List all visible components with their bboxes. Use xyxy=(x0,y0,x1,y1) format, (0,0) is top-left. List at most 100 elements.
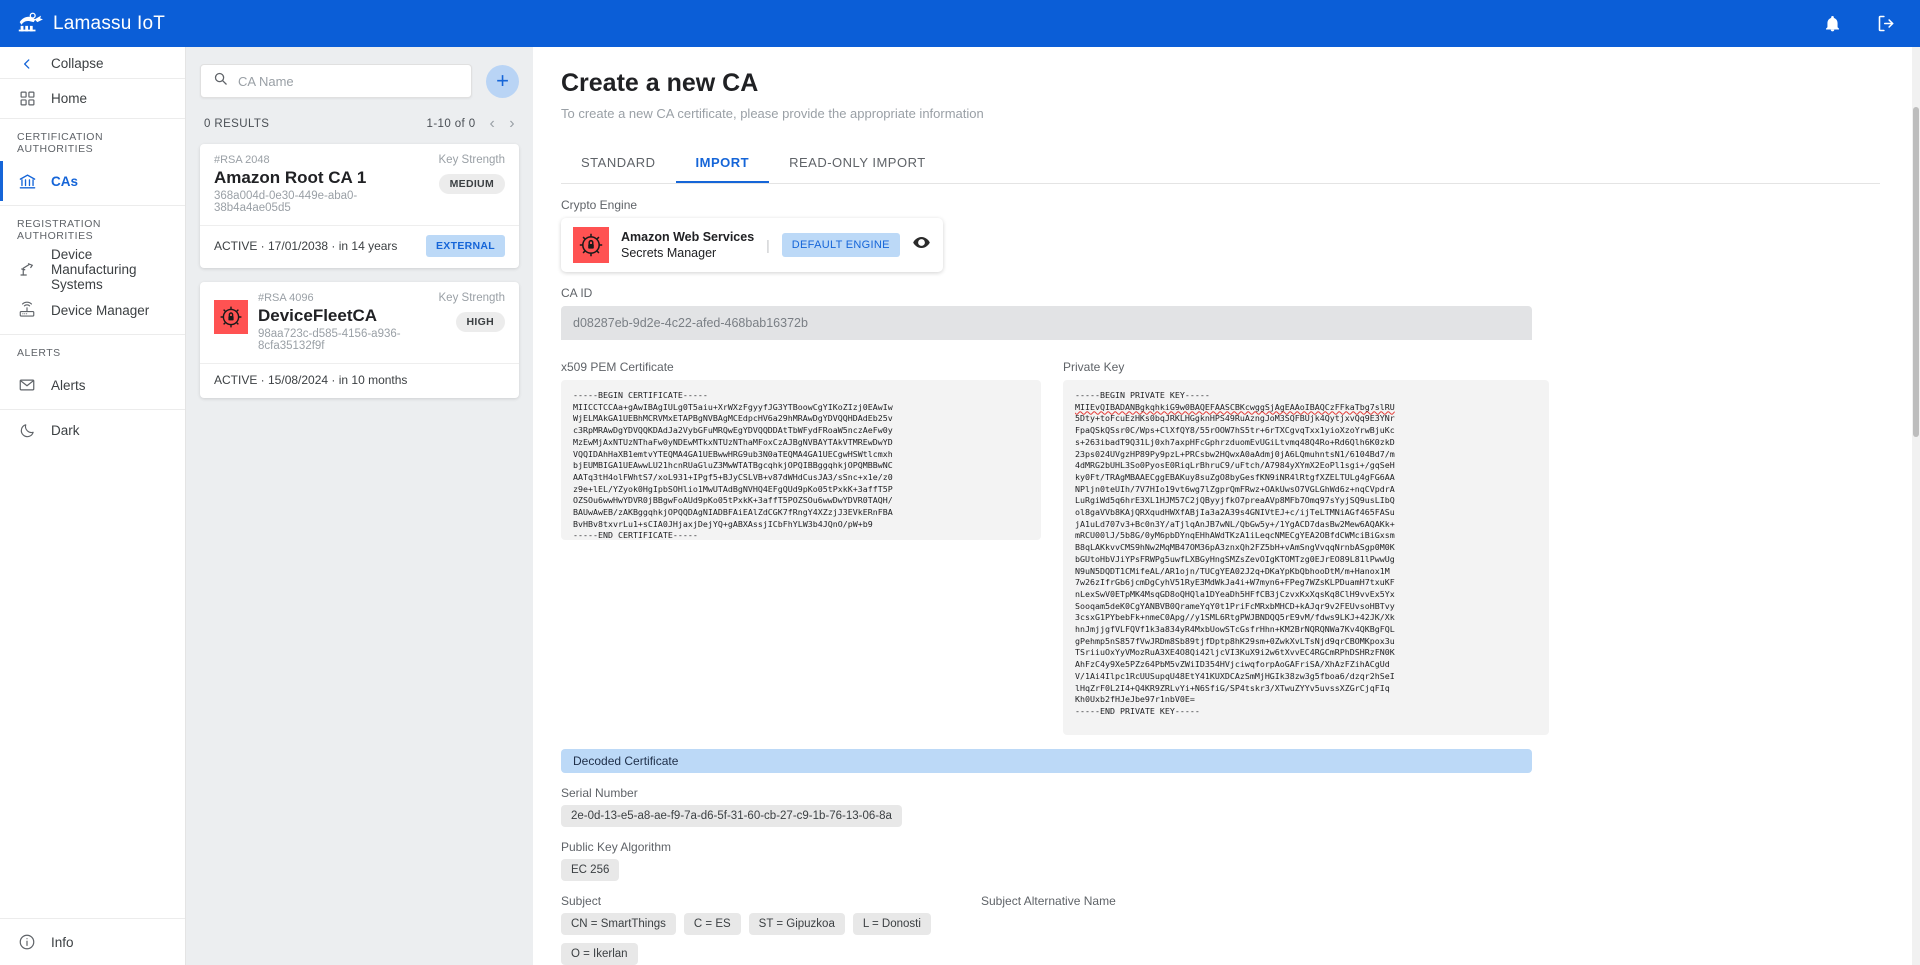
ca-uuid: 98aa723c-d585-4156-a936-8cfa35132f9f xyxy=(258,328,431,352)
key-strength-label: Key Strength xyxy=(439,292,505,304)
subject-chips: CN = SmartThings C = ES ST = Gipuzkoa L … xyxy=(561,913,981,965)
subject-label: Subject xyxy=(561,894,981,908)
ca-key-strength-block: Key Strength HIGH xyxy=(431,292,505,352)
key-strength-badge: MEDIUM xyxy=(439,174,505,194)
router-icon xyxy=(17,300,37,320)
certificate-column: x509 PEM Certificate -----BEGIN CERTIFIC… xyxy=(561,346,1041,735)
sidebar-collapse-label: Collapse xyxy=(51,56,104,71)
scrollbar-thumb[interactable] xyxy=(1913,107,1919,437)
divider: | xyxy=(766,237,770,253)
info-icon xyxy=(17,932,37,952)
logout-icon[interactable] xyxy=(1874,12,1898,36)
brand: Lamassu IoT xyxy=(14,11,165,37)
private-key-header: -----BEGIN PRIVATE KEY----- xyxy=(1075,390,1210,400)
dashboard-icon xyxy=(17,89,37,109)
mail-icon xyxy=(17,375,37,395)
sidebar-item-device-manufacturing-systems[interactable]: Device Manufacturing Systems xyxy=(0,248,185,290)
subject-chip: L = Donosti xyxy=(853,913,931,935)
eye-icon[interactable] xyxy=(912,233,931,257)
list-item[interactable]: #RSA 2048 Amazon Root CA 1 368a004d-0e30… xyxy=(200,144,519,268)
page-subtitle: To create a new CA certificate, please p… xyxy=(561,106,1880,121)
aws-secrets-manager-lock-icon xyxy=(573,227,609,263)
crypto-engine-label: Crypto Engine xyxy=(561,198,1880,212)
search-icon xyxy=(213,71,228,91)
sidebar-item-info[interactable]: Info xyxy=(0,918,185,965)
ca-name: Amazon Root CA 1 xyxy=(214,168,431,188)
ca-card-footer: ACTIVE · 17/01/2038 · in 14 years EXTERN… xyxy=(200,226,519,268)
page-scrollbar[interactable] xyxy=(1912,47,1920,965)
sidebar-item-cas[interactable]: CAs xyxy=(0,161,185,201)
pagination: 1-10 of 0 ‹ › xyxy=(427,116,515,132)
ca-status: ACTIVE · 15/08/2024 · in 10 months xyxy=(214,373,407,387)
sidebar-dms-label: Device Manufacturing Systems xyxy=(51,247,168,292)
default-engine-badge: DEFAULT ENGINE xyxy=(782,233,900,257)
x509-pem-certificate-text[interactable]: -----BEGIN CERTIFICATE----- MIICCTCCAa+g… xyxy=(561,380,1041,540)
sidebar-group-registration-authorities: REGISTRATION AUTHORITIES xyxy=(0,206,185,248)
ca-card-info: #RSA 4096 DeviceFleetCA 98aa723c-d585-41… xyxy=(258,292,431,352)
public-key-algorithm-label: Public Key Algorithm xyxy=(561,840,1880,854)
subject-chip: ST = Gipuzkoa xyxy=(749,913,845,935)
engine-name-line1: Amazon Web Services xyxy=(621,230,754,244)
moon-icon xyxy=(17,420,37,440)
tab-import[interactable]: IMPORT xyxy=(676,145,770,183)
add-ca-button[interactable]: + xyxy=(486,65,519,98)
robot-arm-icon xyxy=(17,259,37,279)
search-box[interactable] xyxy=(200,64,472,98)
sidebar-group-alerts: ALERTS xyxy=(0,335,185,365)
sidebar-item-dark-mode[interactable]: Dark xyxy=(0,410,185,450)
prev-page-icon[interactable]: ‹ xyxy=(490,116,496,132)
ca-key-strength-block: Key Strength MEDIUM xyxy=(431,154,505,214)
results-row: 0 RESULTS 1-10 of 0 ‹ › xyxy=(200,98,519,144)
main-content: Create a new CA To create a new CA certi… xyxy=(533,47,1920,965)
key-strength-label: Key Strength xyxy=(439,154,505,166)
aws-secrets-manager-lock-icon xyxy=(214,300,248,334)
private-key-text[interactable]: -----BEGIN PRIVATE KEY----- MIIEvQIBADAN… xyxy=(1063,380,1549,735)
private-key-first-line: MIIEvQIBADANBgkqhkiG9w0BAQEFAASCBKcwggSj… xyxy=(1075,402,1395,412)
ca-card-header: #RSA 2048 Amazon Root CA 1 368a004d-0e30… xyxy=(200,144,519,226)
sidebar-collapse-button[interactable]: Collapse xyxy=(0,47,185,79)
list-item[interactable]: #RSA 4096 DeviceFleetCA 98aa723c-d585-41… xyxy=(200,282,519,398)
ca-card-info: #RSA 2048 Amazon Root CA 1 368a004d-0e30… xyxy=(214,154,431,214)
ca-name: DeviceFleetCA xyxy=(258,306,431,326)
ca-card-footer: ACTIVE · 15/08/2024 · in 10 months xyxy=(200,364,519,398)
tab-read-only-import[interactable]: READ-ONLY IMPORT xyxy=(769,145,946,183)
pem-row: x509 PEM Certificate -----BEGIN CERTIFIC… xyxy=(561,346,1880,735)
serial-number-label: Serial Number xyxy=(561,786,1880,800)
ca-uuid: 368a004d-0e30-449e-aba0-38b4a4ae05d5 xyxy=(214,190,431,214)
top-bar: Lamassu IoT xyxy=(0,0,1920,47)
private-key-label: Private Key xyxy=(1063,360,1549,374)
ca-status: ACTIVE · 17/01/2038 · in 14 years xyxy=(214,239,397,253)
search-input[interactable] xyxy=(238,74,459,89)
chevron-left-icon xyxy=(17,54,37,74)
ca-id-field[interactable]: d08287eb-9d2e-4c22-afed-468bab16372b xyxy=(561,306,1532,340)
sidebar-item-alerts[interactable]: Alerts xyxy=(0,365,185,405)
tabs: STANDARD IMPORT READ-ONLY IMPORT xyxy=(561,145,1880,184)
subject-chip: C = ES xyxy=(684,913,741,935)
bank-icon xyxy=(17,171,37,191)
ca-card-header: #RSA 4096 DeviceFleetCA 98aa723c-d585-41… xyxy=(200,282,519,364)
results-count: 0 RESULTS xyxy=(204,118,269,130)
subject-chip: CN = SmartThings xyxy=(561,913,676,935)
sidebar-alerts-label: Alerts xyxy=(51,378,86,393)
sidebar-info-label: Info xyxy=(51,935,74,950)
sidebar-dark-label: Dark xyxy=(51,423,80,438)
private-key-body: 5Dty+toFcuEzHKs0bqJRKLHGgknHPS49RuAzngJo… xyxy=(1075,413,1395,704)
pagination-range: 1-10 of 0 xyxy=(427,118,476,130)
sidebar-item-home[interactable]: Home xyxy=(0,79,185,119)
sidebar-device-manager-label: Device Manager xyxy=(51,303,149,318)
bell-icon[interactable] xyxy=(1820,12,1844,36)
ca-key-type: #RSA 4096 xyxy=(258,292,431,304)
next-page-icon[interactable]: › xyxy=(509,116,515,132)
sidebar: Collapse Home CERTIFICATION AUTHORITIES … xyxy=(0,47,186,965)
x509-pem-certificate-label: x509 PEM Certificate xyxy=(561,360,1041,374)
ca-type-badge: EXTERNAL xyxy=(426,235,505,257)
lamassu-logo-icon xyxy=(14,11,44,37)
crypto-engine-selector[interactable]: Amazon Web Services Secrets Manager | DE… xyxy=(561,218,943,272)
key-strength-badge: HIGH xyxy=(456,312,505,332)
private-key-column: Private Key -----BEGIN PRIVATE KEY----- … xyxy=(1063,346,1549,735)
sidebar-item-device-manager[interactable]: Device Manager xyxy=(0,290,185,330)
top-bar-actions xyxy=(1820,12,1898,36)
ca-key-type: #RSA 2048 xyxy=(214,154,431,166)
ca-id-label: CA ID xyxy=(561,286,1880,300)
tab-standard[interactable]: STANDARD xyxy=(561,145,676,183)
